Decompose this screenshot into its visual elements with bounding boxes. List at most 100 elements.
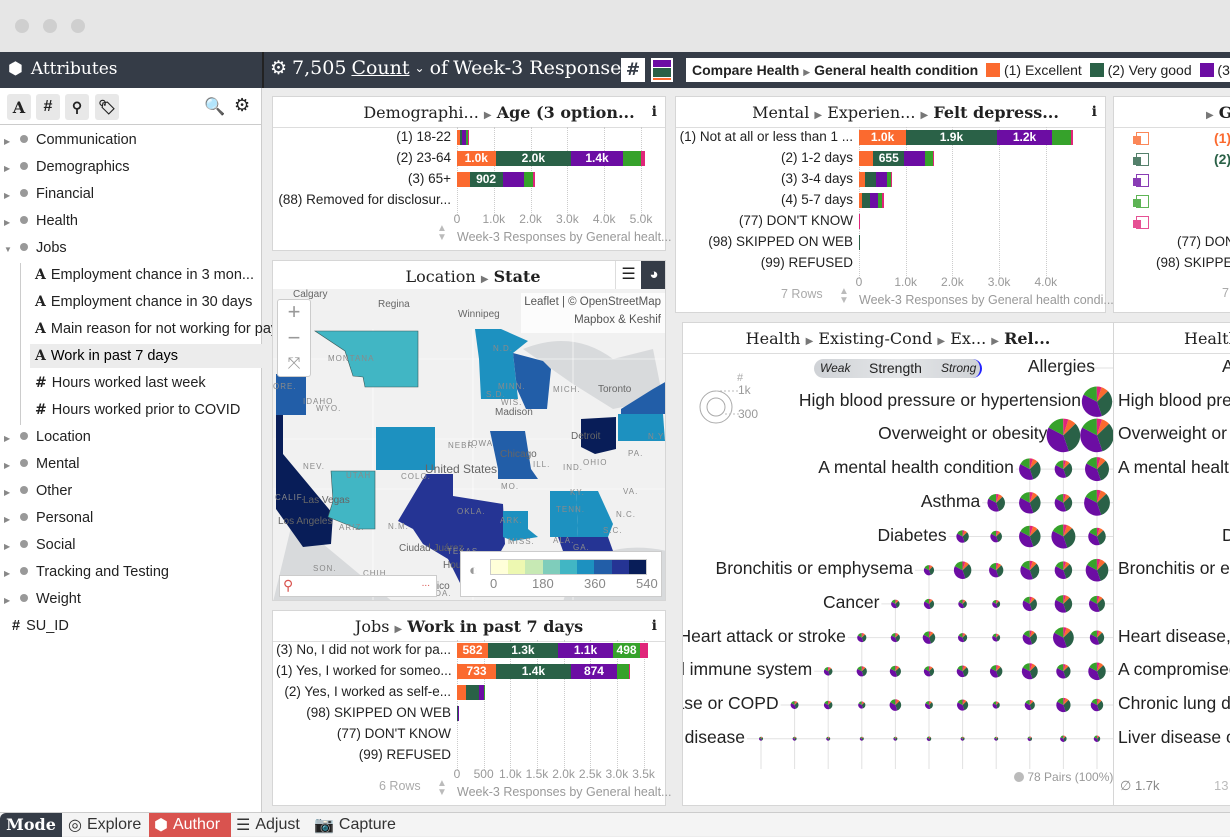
matrix-row-label[interactable]: High blood pressure or hypertension xyxy=(1118,390,1230,411)
bar-segment[interactable] xyxy=(876,172,887,187)
bar-segment[interactable] xyxy=(891,172,892,187)
pair-pie[interactable] xyxy=(993,701,1000,708)
pair-pie[interactable] xyxy=(990,665,1002,677)
pair-pie[interactable] xyxy=(1088,663,1106,681)
breadcrumb-path[interactable]: Jobs xyxy=(355,617,390,636)
caret-down-icon[interactable]: ▼ xyxy=(4,238,14,262)
row-label[interactable]: (2) 23-64 xyxy=(276,148,451,168)
chevron-down-icon[interactable]: ⌄ xyxy=(415,61,425,75)
pair-pie[interactable] xyxy=(1080,419,1113,453)
pair-pie[interactable] xyxy=(793,737,797,741)
pair-pie[interactable] xyxy=(1020,561,1039,580)
legend-item[interactable]: (1) Excellent xyxy=(1004,62,1082,78)
bar-segment[interactable]: 733 xyxy=(457,664,496,679)
caret-right-icon[interactable]: ▶ xyxy=(4,211,14,235)
bar-segment[interactable]: 1.1k xyxy=(558,643,613,658)
row-label[interactable]: (99) REFUSED xyxy=(276,745,451,765)
pair-pie[interactable] xyxy=(956,530,968,542)
row-label[interactable]: (4) 5-7 days xyxy=(677,190,853,210)
panel-title[interactable]: State xyxy=(494,267,541,286)
pair-pie[interactable] xyxy=(1023,597,1037,611)
matrix-row-label[interactable]: Liver disease xyxy=(683,727,745,748)
pair-pie[interactable] xyxy=(992,600,1000,608)
pair-pie[interactable] xyxy=(923,631,935,643)
pair-pie[interactable] xyxy=(860,737,864,741)
bar-segment[interactable] xyxy=(859,151,873,166)
row-label[interactable]: (3) 65+ xyxy=(276,169,451,189)
caret-right-icon[interactable]: ▶ xyxy=(4,535,14,559)
info-icon[interactable]: i xyxy=(652,618,657,634)
bar-segment[interactable] xyxy=(484,685,485,700)
bar-segment[interactable] xyxy=(640,643,648,658)
bar-segment[interactable] xyxy=(629,664,630,679)
caret-right-icon[interactable]: ▶ xyxy=(4,427,14,451)
row-label[interactable]: (98) SKIPPED ON WEB xyxy=(1156,255,1230,270)
matrix-row-label[interactable]: Bronchitis or emphysema xyxy=(716,558,913,579)
pair-pie[interactable] xyxy=(824,701,832,709)
panel-title[interactable]: Health xyxy=(1184,329,1230,348)
caret-right-icon[interactable]: ▶ xyxy=(4,454,14,478)
pair-pie[interactable] xyxy=(1023,630,1037,644)
legend-color-bin[interactable] xyxy=(491,560,508,574)
rows-count[interactable]: 6 Rows xyxy=(379,779,421,793)
bar-segment[interactable] xyxy=(1071,130,1073,145)
matrix-row-label[interactable]: D xyxy=(1222,525,1230,546)
matrix-row-label[interactable]: Overweight or obesity xyxy=(1118,423,1230,444)
pair-pie[interactable] xyxy=(925,701,933,709)
matrix-row-label[interactable]: Cancer xyxy=(823,592,879,613)
bar-segment[interactable] xyxy=(925,151,932,166)
row-label[interactable]: (3) No, I did not work for pa... xyxy=(276,640,451,660)
number-attributes-filter[interactable]: # xyxy=(36,94,60,120)
bar-segment[interactable] xyxy=(862,193,870,208)
row-label[interactable]: (77) DON'T KNOW xyxy=(677,211,853,231)
pair-pie[interactable] xyxy=(1055,561,1073,579)
breadcrumb-path[interactable]: Experien... xyxy=(827,103,915,122)
pair-pie[interactable] xyxy=(857,666,867,676)
panel-title[interactable]: Age (3 option... xyxy=(497,103,635,122)
sidebar-item[interactable]: ▶Financial xyxy=(4,182,94,206)
pair-pie[interactable] xyxy=(1090,630,1104,644)
attribute-item[interactable]: AWork in past 7 days xyxy=(30,344,262,368)
tags-icon[interactable]: 🏷 xyxy=(95,94,119,120)
breadcrumb-path[interactable]: Demographi... xyxy=(363,103,478,122)
series-toggle-icon[interactable] xyxy=(1136,174,1149,187)
row-label[interactable]: (77) DON'T KNOW xyxy=(276,724,451,744)
bar-segment[interactable] xyxy=(904,151,925,166)
bar-segment[interactable] xyxy=(533,172,536,187)
pair-pie[interactable] xyxy=(1055,460,1073,478)
gear-icon[interactable]: ⚙ xyxy=(234,95,250,116)
fit-extent-icon[interactable]: ⤧ xyxy=(278,352,310,378)
legend-color-bin[interactable] xyxy=(525,560,542,574)
breadcrumb-path[interactable]: Ex... xyxy=(950,329,986,348)
compare-label[interactable]: Compare Health xyxy=(692,62,799,78)
breadcrumb-path[interactable]: Health xyxy=(746,329,801,348)
legend-item[interactable]: (2) Very good xyxy=(1108,62,1192,78)
attribute-item[interactable]: #Hours worked last week xyxy=(30,371,262,395)
gear-icon[interactable]: ⚙ xyxy=(270,57,287,79)
attribute-item[interactable]: AEmployment chance in 3 mon... xyxy=(30,263,262,287)
row-label[interactable]: (1) Not at all or less than 1 ... xyxy=(677,127,853,147)
pair-pie[interactable] xyxy=(1025,700,1035,710)
bar-segment[interactable] xyxy=(1052,130,1070,145)
breadcrumb-path[interactable]: Existing-Cond xyxy=(818,329,932,348)
bar-segment[interactable]: 902 xyxy=(470,172,503,187)
state-oregon[interactable] xyxy=(276,374,306,415)
sidebar-item[interactable]: ▶Location xyxy=(4,425,91,449)
row-label[interactable]: (2) 1-2 days xyxy=(677,148,853,168)
sidebar-item[interactable]: ▶Social xyxy=(4,533,76,557)
bar-segment[interactable] xyxy=(457,685,466,700)
globe-icon[interactable]: ◕ xyxy=(641,261,666,289)
sidebar-item[interactable]: ▶Weight xyxy=(4,587,81,611)
bar-segment[interactable]: 1.4k xyxy=(571,151,623,166)
color-stack-button[interactable] xyxy=(651,58,673,82)
axis-caption[interactable]: Week-3 Responses by General healt... xyxy=(457,230,671,244)
bar-segment[interactable] xyxy=(933,151,935,166)
text-attributes-filter[interactable]: A xyxy=(7,94,31,120)
pair-pie[interactable] xyxy=(1019,492,1040,513)
attribute-item[interactable]: #SU_ID xyxy=(12,614,69,638)
series-toggle-icon[interactable] xyxy=(1136,153,1149,166)
row-label[interactable]: (98) SKIPPED ON WEB xyxy=(677,232,853,252)
bar-segment[interactable]: 874 xyxy=(571,664,618,679)
more-options[interactable]: ... xyxy=(422,578,430,589)
pair-pie[interactable] xyxy=(791,701,799,709)
